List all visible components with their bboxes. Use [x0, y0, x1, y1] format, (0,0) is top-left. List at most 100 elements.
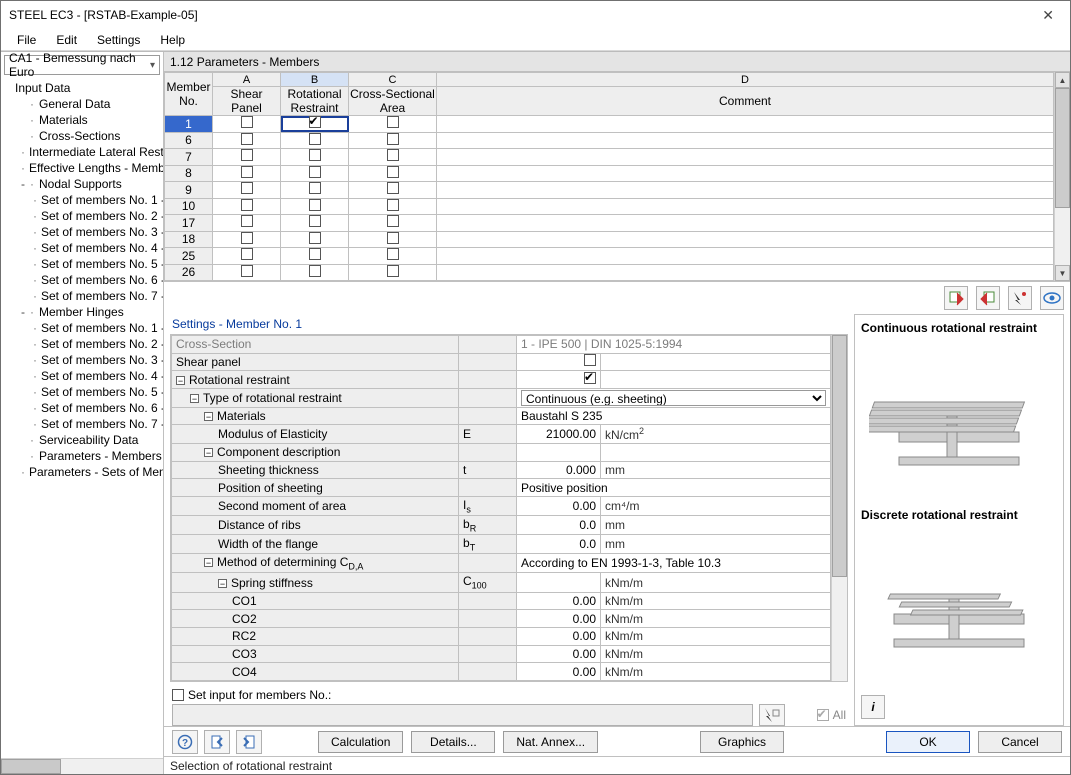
tree-item[interactable]: ·Set of members No. 6 -: [5, 400, 163, 416]
ok-button[interactable]: OK: [886, 731, 970, 753]
tree-item[interactable]: ·Set of members No. 6 -: [5, 272, 163, 288]
rotational-restraint-checkbox[interactable]: [309, 166, 321, 178]
menu-help[interactable]: Help: [150, 29, 195, 51]
comment-cell[interactable]: [437, 215, 1054, 232]
collapse-icon[interactable]: −: [204, 448, 213, 457]
cross-area-checkbox[interactable]: [387, 265, 399, 277]
tree-item[interactable]: ·Materials: [5, 112, 163, 128]
info-button[interactable]: i: [861, 695, 885, 719]
type-dropdown[interactable]: Continuous (e.g. sheeting): [521, 390, 826, 406]
scroll-up-icon[interactable]: ▲: [1055, 72, 1070, 88]
rotational-restraint-checkbox[interactable]: [309, 248, 321, 260]
rotational-restraint-checkbox[interactable]: [309, 149, 321, 161]
comment-cell[interactable]: [437, 248, 1054, 265]
export-button[interactable]: [944, 286, 968, 310]
settings-vertical-scrollbar[interactable]: [831, 335, 847, 681]
set-input-checkbox[interactable]: [172, 689, 184, 701]
val-method[interactable]: According to EN 1993-1-3, Table 10.3: [517, 554, 831, 573]
details-button[interactable]: Details...: [411, 731, 495, 753]
menu-file[interactable]: File: [7, 29, 46, 51]
rotational-restraint-checkbox[interactable]: [309, 199, 321, 211]
tree-horizontal-scrollbar[interactable]: [1, 758, 163, 774]
comment-cell[interactable]: [437, 132, 1054, 149]
comment-cell[interactable]: [437, 264, 1054, 281]
collapse-icon[interactable]: −: [190, 394, 199, 403]
tree-item[interactable]: ·Set of members No. 1 -: [5, 192, 163, 208]
members-input[interactable]: [172, 704, 753, 726]
help-button[interactable]: ?: [172, 730, 198, 754]
table-row[interactable]: 17: [165, 215, 1054, 232]
table-row[interactable]: 9: [165, 182, 1054, 199]
view-button[interactable]: [1040, 286, 1064, 310]
comment-cell[interactable]: [437, 165, 1054, 182]
collapse-icon[interactable]: −: [218, 579, 227, 588]
collapse-icon[interactable]: −: [204, 412, 213, 421]
rotational-restraint-checkbox[interactable]: [309, 182, 321, 194]
shear-panel-checkbox[interactable]: [241, 182, 253, 194]
cross-area-checkbox[interactable]: [387, 215, 399, 227]
collapse-icon[interactable]: −: [204, 558, 213, 567]
pick-member-button[interactable]: [1008, 286, 1032, 310]
settings-table[interactable]: Cross-Section1 - IPE 500 | DIN 1025-5:19…: [171, 335, 831, 681]
tree-item[interactable]: ·General Data: [5, 96, 163, 112]
nat-annex-button[interactable]: Nat. Annex...: [503, 731, 598, 753]
val-modulus[interactable]: 21000.00: [517, 425, 601, 444]
scrollbar-thumb[interactable]: [1055, 88, 1070, 208]
all-check[interactable]: All: [817, 708, 846, 722]
shear-panel-checkbox[interactable]: [241, 149, 253, 161]
table-row[interactable]: 18: [165, 231, 1054, 248]
table-row[interactable]: 7: [165, 149, 1054, 166]
close-icon[interactable]: ✕: [1034, 5, 1062, 26]
comment-cell[interactable]: [437, 231, 1054, 248]
comment-cell[interactable]: [437, 182, 1054, 199]
table-row[interactable]: 10: [165, 198, 1054, 215]
table-row[interactable]: 6: [165, 132, 1054, 149]
rotational-restraint-checkbox[interactable]: [309, 232, 321, 244]
tree-item[interactable]: ·Parameters - Members: [5, 448, 163, 464]
collapse-icon[interactable]: −: [176, 376, 185, 385]
rotational-restraint-checkbox[interactable]: [309, 265, 321, 277]
tree-item[interactable]: ·Parameters - Sets of Members: [5, 464, 163, 480]
val-co2[interactable]: 0.00: [517, 610, 601, 628]
val-position-sheeting[interactable]: Positive position: [517, 479, 831, 497]
tree-item[interactable]: ·Set of members No. 4 -: [5, 240, 163, 256]
tree-item[interactable]: ·Set of members No. 5 -: [5, 384, 163, 400]
pick-members-button[interactable]: [759, 704, 785, 726]
tree-item[interactable]: ·Effective Lengths - Members: [5, 160, 163, 176]
shear-panel-checkbox[interactable]: [241, 215, 253, 227]
cross-area-checkbox[interactable]: [387, 232, 399, 244]
table-row[interactable]: 25: [165, 248, 1054, 265]
tree-item[interactable]: ·Set of members No. 2 -: [5, 208, 163, 224]
val-sheet-thickness[interactable]: 0.000: [517, 461, 601, 479]
shear-panel-checkbox[interactable]: [584, 354, 596, 366]
tree-item[interactable]: ·Set of members No. 7 -: [5, 288, 163, 304]
shear-panel-checkbox[interactable]: [241, 133, 253, 145]
cross-area-checkbox[interactable]: [387, 116, 399, 128]
tree-item[interactable]: ·Set of members No. 3 -: [5, 224, 163, 240]
tree-item[interactable]: ·Intermediate Lateral Restraints: [5, 144, 163, 160]
val-distance-ribs[interactable]: 0.0: [517, 516, 601, 535]
cross-area-checkbox[interactable]: [387, 149, 399, 161]
val-co3[interactable]: 0.00: [517, 645, 601, 663]
val-materials[interactable]: Baustahl S 235: [517, 407, 831, 425]
scrollbar-thumb[interactable]: [1, 759, 61, 774]
tree-item[interactable]: Input Data: [5, 80, 163, 96]
menu-edit[interactable]: Edit: [46, 29, 87, 51]
cancel-button[interactable]: Cancel: [978, 731, 1062, 753]
val-width-flange[interactable]: 0.0: [517, 535, 601, 554]
scrollbar-thumb[interactable]: [832, 335, 847, 577]
rotational-restraint-checkbox[interactable]: [309, 215, 321, 227]
tree-item[interactable]: ·Set of members No. 4 -: [5, 368, 163, 384]
val-rc2[interactable]: 0.00: [517, 627, 601, 645]
comment-cell[interactable]: [437, 149, 1054, 166]
menu-settings[interactable]: Settings: [87, 29, 150, 51]
shear-panel-checkbox[interactable]: [241, 116, 253, 128]
table-row[interactable]: 1: [165, 116, 1054, 133]
case-selector[interactable]: CA1 - Bemessung nach Euro ▾: [4, 55, 160, 75]
table-row[interactable]: 8: [165, 165, 1054, 182]
cross-area-checkbox[interactable]: [387, 248, 399, 260]
cross-area-checkbox[interactable]: [387, 166, 399, 178]
shear-panel-checkbox[interactable]: [241, 265, 253, 277]
val-second-moment[interactable]: 0.00: [517, 496, 601, 515]
all-checkbox[interactable]: [817, 709, 829, 721]
